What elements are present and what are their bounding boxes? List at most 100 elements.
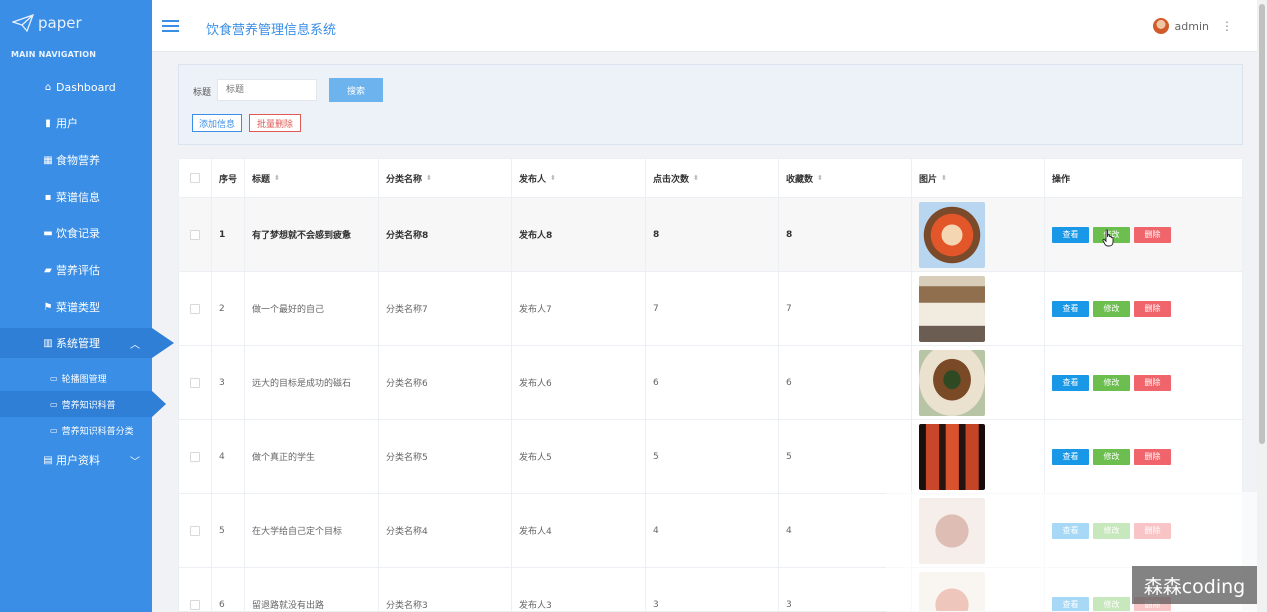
view-button[interactable]: 查看 (1052, 448, 1089, 465)
apps-icon: ▪ (44, 191, 52, 203)
food-image[interactable] (919, 275, 985, 342)
user-menu[interactable]: admin ⋮ (1152, 18, 1233, 34)
view-button[interactable]: 查看 (1052, 374, 1089, 391)
avatar[interactable] (1152, 18, 1169, 34)
sidebar-item-label: Dashboard (56, 80, 116, 94)
folder-icon: ▭ (50, 373, 58, 383)
page-scrollbar[interactable] (1257, 0, 1267, 612)
sort-icon: ⬍ (274, 174, 280, 182)
brand-logo[interactable]: paper (12, 14, 82, 32)
search-button[interactable]: 搜索 (329, 78, 383, 102)
nav-header: MAIN NAVIGATION (11, 50, 97, 59)
table-row[interactable]: 2 做一个最好的自己 分类名称7 发布人7 7 7 查看 修改 删除 (179, 272, 1242, 346)
cell-no: 4 (212, 420, 245, 493)
sort-icon: ⬍ (550, 174, 556, 182)
sidebar-subitem-label: 营养知识科普分类 (61, 426, 134, 437)
row-checkbox[interactable] (190, 451, 200, 462)
sidebar-item-users[interactable]: ▮ 用户 (0, 108, 152, 138)
sidebar-subitem-label: 轮播图管理 (61, 374, 107, 385)
table-row[interactable]: 3 远大的目标是成功的磁石 分类名称6 发布人6 6 6 查看 修改 删除 (179, 346, 1242, 420)
cell-clicks: 7 (646, 272, 779, 345)
delete-button[interactable]: 删除 (1134, 448, 1171, 465)
cell-clicks: 5 (646, 420, 779, 493)
sidebar-item-recipe-types[interactable]: ⚑ 菜谱类型 (0, 292, 152, 322)
paper-plane-icon (12, 14, 34, 32)
column-header-image[interactable]: 图片 ⬍ (912, 159, 1045, 197)
sidebar-item-label: 用户资料 (56, 454, 100, 467)
sidebar-item-nutrition-assessment[interactable]: ▰ 营养评估 (0, 255, 152, 285)
row-checkbox[interactable] (190, 229, 200, 240)
food-image[interactable] (919, 349, 985, 416)
column-header-publisher[interactable]: 发布人 ⬍ (512, 159, 646, 197)
delete-button[interactable]: 删除 (1134, 300, 1171, 317)
sidebar-item-dashboard[interactable]: ⌂ Dashboard (0, 72, 152, 102)
card-icon: ▬ (43, 227, 53, 239)
column-header-actions: 操作 (1052, 174, 1071, 185)
row-checkbox[interactable] (190, 303, 200, 314)
cell-publisher: 发布人8 (512, 198, 646, 271)
batch-delete-button[interactable]: 批量删除 (249, 114, 301, 132)
view-button[interactable]: 查看 (1052, 300, 1089, 317)
menu-toggle-icon[interactable] (162, 20, 179, 32)
search-input[interactable] (217, 79, 317, 101)
column-header-category[interactable]: 分类名称 ⬍ (379, 159, 512, 197)
column-header-clicks[interactable]: 点击次数 ⬍ (646, 159, 779, 197)
row-checkbox[interactable] (190, 525, 200, 536)
cell-title: 远大的目标是成功的磁石 (245, 346, 379, 419)
profile-icon: ▤ (43, 454, 53, 466)
delete-button[interactable]: 删除 (1134, 374, 1171, 391)
sidebar-item-label: 用户 (56, 117, 78, 130)
food-image[interactable] (919, 423, 985, 490)
chevron-up-icon: ︿ (130, 339, 140, 351)
cell-title: 有了梦想就不会感到疲惫 (245, 198, 379, 271)
scrollbar-thumb[interactable] (1259, 4, 1265, 444)
row-checkbox[interactable] (190, 377, 200, 388)
hand-cursor-icon (1102, 229, 1114, 247)
column-header-no: 序号 (212, 159, 245, 197)
cell-title: 在大学给自己定个目标 (245, 494, 379, 567)
sidebar-item-label: 菜谱类型 (56, 301, 100, 314)
cell-publisher: 发布人4 (512, 494, 646, 567)
sidebar-subitem-carousel[interactable]: ▭ 轮播图管理 (0, 365, 152, 391)
table-row[interactable]: 4 做个真正的学生 分类名称5 发布人5 5 5 查看 修改 删除 (179, 420, 1242, 494)
cell-clicks: 4 (646, 494, 779, 567)
view-button[interactable]: 查看 (1052, 226, 1089, 243)
cell-category: 分类名称7 (379, 272, 512, 345)
sidebar-item-system-management[interactable]: ▥ 系统管理 ︿ (0, 328, 174, 358)
cell-no: 5 (212, 494, 245, 567)
edit-button[interactable]: 修改 (1093, 448, 1130, 465)
edit-button[interactable]: 修改 (1093, 300, 1130, 317)
food-image[interactable] (919, 201, 985, 268)
sidebar-subitem-nutrition-knowledge[interactable]: ▭ 营养知识科普 (0, 391, 166, 417)
cell-favorites: 7 (779, 272, 912, 345)
table-row[interactable]: 1 有了梦想就不会感到疲惫 分类名称8 发布人8 8 8 查看 修改 删除 (179, 198, 1242, 272)
cell-clicks: 6 (646, 346, 779, 419)
sidebar-item-user-profile[interactable]: ▤ 用户资料 ﹀ (0, 445, 152, 475)
cell-title: 做一个最好的自己 (245, 272, 379, 345)
search-label: 标题 (193, 88, 212, 98)
row-checkbox[interactable] (190, 599, 200, 610)
delete-button[interactable]: 删除 (1134, 226, 1171, 243)
more-vertical-icon[interactable]: ⋮ (1221, 19, 1233, 33)
sort-icon: ⬍ (693, 174, 699, 182)
flag-icon: ⚑ (43, 301, 53, 313)
sidebar-item-food-nutrition[interactable]: ▦ 食物营养 (0, 145, 152, 175)
add-button[interactable]: 添加信息 (192, 114, 242, 132)
select-all-checkbox[interactable] (190, 173, 200, 183)
cell-category: 分类名称8 (379, 198, 512, 271)
cell-category: 分类名称4 (379, 494, 512, 567)
folder-icon: ▭ (50, 399, 58, 409)
sidebar-subitem-nutrition-knowledge-category[interactable]: ▭ 营养知识科普分类 (0, 417, 152, 443)
brand-name: paper (38, 14, 82, 32)
edit-button[interactable]: 修改 (1093, 374, 1130, 391)
cell-publisher: 发布人6 (512, 346, 646, 419)
cell-no: 6 (212, 568, 245, 611)
sidebar-item-diet-records[interactable]: ▬ 饮食记录 (0, 218, 152, 248)
sidebar-item-label: 营养评估 (56, 264, 100, 277)
sidebar-item-recipes[interactable]: ▪ 菜谱信息 (0, 182, 152, 212)
cell-no: 1 (212, 198, 245, 271)
cell-favorites: 5 (779, 420, 912, 493)
cell-category: 分类名称5 (379, 420, 512, 493)
column-header-favorites[interactable]: 收藏数 ⬍ (779, 159, 912, 197)
column-header-title[interactable]: 标题 ⬍ (245, 159, 379, 197)
